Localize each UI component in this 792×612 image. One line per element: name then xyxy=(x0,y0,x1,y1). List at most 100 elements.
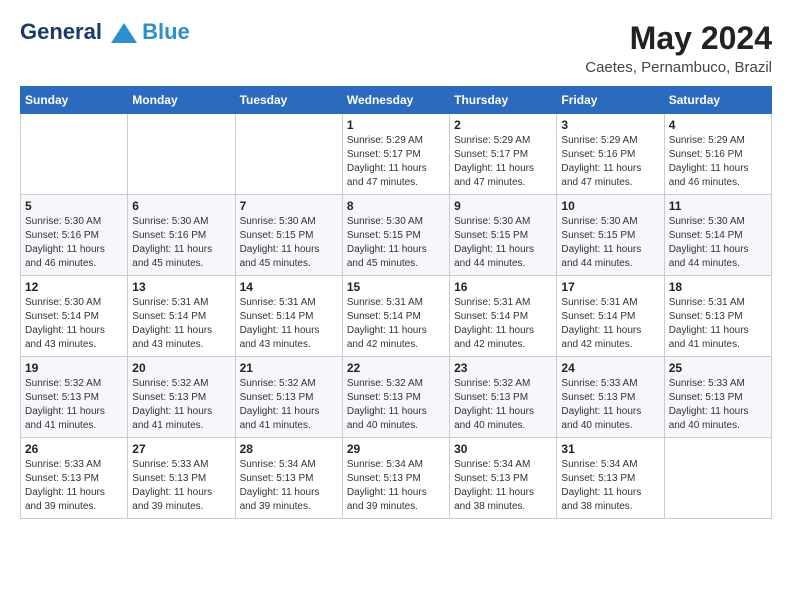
calendar-cell: 15 Sunrise: 5:31 AM Sunset: 5:14 PM Dayli… xyxy=(342,276,449,357)
calendar-cell: 20 Sunrise: 5:32 AM Sunset: 5:13 PM Dayli… xyxy=(128,357,235,438)
calendar-cell: 16 Sunrise: 5:31 AM Sunset: 5:14 PM Dayli… xyxy=(450,276,557,357)
day-info: Sunrise: 5:29 AM Sunset: 5:16 PM Dayligh… xyxy=(669,134,767,190)
day-info: Sunrise: 5:34 AM Sunset: 5:13 PM Dayligh… xyxy=(347,458,445,514)
day-number: 30 xyxy=(454,442,552,456)
day-info: Sunrise: 5:31 AM Sunset: 5:14 PM Dayligh… xyxy=(561,296,659,352)
calendar-cell: 6 Sunrise: 5:30 AM Sunset: 5:16 PM Daylig… xyxy=(128,195,235,276)
day-number: 27 xyxy=(132,442,230,456)
day-number: 5 xyxy=(25,199,123,213)
day-number: 29 xyxy=(347,442,445,456)
title-block: May 2024 Caetes, Pernambuco, Brazil xyxy=(585,20,772,76)
calendar-cell xyxy=(235,114,342,195)
day-number: 21 xyxy=(240,361,338,375)
day-number: 11 xyxy=(669,199,767,213)
day-info: Sunrise: 5:32 AM Sunset: 5:13 PM Dayligh… xyxy=(132,377,230,433)
col-saturday: Saturday xyxy=(664,87,771,114)
day-number: 23 xyxy=(454,361,552,375)
calendar-cell: 3 Sunrise: 5:29 AM Sunset: 5:16 PM Daylig… xyxy=(557,114,664,195)
calendar-cell: 18 Sunrise: 5:31 AM Sunset: 5:13 PM Dayli… xyxy=(664,276,771,357)
day-info: Sunrise: 5:30 AM Sunset: 5:15 PM Dayligh… xyxy=(240,215,338,271)
day-number: 25 xyxy=(669,361,767,375)
col-sunday: Sunday xyxy=(21,87,128,114)
location: Caetes, Pernambuco, Brazil xyxy=(585,59,772,76)
day-number: 28 xyxy=(240,442,338,456)
logo-text: General xyxy=(20,20,140,44)
calendar-cell: 11 Sunrise: 5:30 AM Sunset: 5:14 PM Dayli… xyxy=(664,195,771,276)
calendar-cell: 10 Sunrise: 5:30 AM Sunset: 5:15 PM Dayli… xyxy=(557,195,664,276)
logo: General Blue xyxy=(20,20,190,44)
calendar-cell: 12Sunrise: 5:30 AM Sunset: 5:14 PM Dayli… xyxy=(21,276,128,357)
calendar-cell: 25 Sunrise: 5:33 AM Sunset: 5:13 PM Dayli… xyxy=(664,357,771,438)
calendar-cell xyxy=(21,114,128,195)
day-number: 9 xyxy=(454,199,552,213)
calendar-week-row: 1 Sunrise: 5:29 AM Sunset: 5:17 PM Daylig… xyxy=(21,114,772,195)
day-info: Sunrise: 5:31 AM Sunset: 5:14 PM Dayligh… xyxy=(347,296,445,352)
calendar-week-row: 12Sunrise: 5:30 AM Sunset: 5:14 PM Dayli… xyxy=(21,276,772,357)
day-number: 18 xyxy=(669,280,767,294)
day-number: 6 xyxy=(132,199,230,213)
day-info: Sunrise: 5:33 AM Sunset: 5:13 PM Dayligh… xyxy=(561,377,659,433)
day-info: Sunrise: 5:29 AM Sunset: 5:17 PM Dayligh… xyxy=(347,134,445,190)
day-number: 8 xyxy=(347,199,445,213)
col-thursday: Thursday xyxy=(450,87,557,114)
calendar-cell: 19Sunrise: 5:32 AM Sunset: 5:13 PM Dayli… xyxy=(21,357,128,438)
day-number: 12 xyxy=(25,280,123,294)
calendar-cell: 5 Sunrise: 5:30 AM Sunset: 5:16 PM Daylig… xyxy=(21,195,128,276)
day-info: Sunrise: 5:31 AM Sunset: 5:14 PM Dayligh… xyxy=(454,296,552,352)
col-tuesday: Tuesday xyxy=(235,87,342,114)
logo-icon xyxy=(110,22,138,44)
day-info: Sunrise: 5:34 AM Sunset: 5:13 PM Dayligh… xyxy=(561,458,659,514)
day-info: Sunrise: 5:31 AM Sunset: 5:14 PM Dayligh… xyxy=(240,296,338,352)
calendar-cell: 27 Sunrise: 5:33 AM Sunset: 5:13 PM Dayli… xyxy=(128,438,235,519)
day-info: Sunrise: 5:33 AM Sunset: 5:13 PM Dayligh… xyxy=(132,458,230,514)
day-info: Sunrise: 5:31 AM Sunset: 5:13 PM Dayligh… xyxy=(669,296,767,352)
day-number: 16 xyxy=(454,280,552,294)
col-wednesday: Wednesday xyxy=(342,87,449,114)
day-info: Sunrise: 5:30 AM Sunset: 5:16 PM Dayligh… xyxy=(25,215,123,271)
day-info: Sunrise: 5:33 AM Sunset: 5:13 PM Dayligh… xyxy=(669,377,767,433)
calendar-cell: 21 Sunrise: 5:32 AM Sunset: 5:13 PM Dayli… xyxy=(235,357,342,438)
day-number: 13 xyxy=(132,280,230,294)
day-number: 10 xyxy=(561,199,659,213)
calendar-week-row: 19Sunrise: 5:32 AM Sunset: 5:13 PM Dayli… xyxy=(21,357,772,438)
calendar-cell: 14Sunrise: 5:31 AM Sunset: 5:14 PM Dayli… xyxy=(235,276,342,357)
day-info: Sunrise: 5:29 AM Sunset: 5:16 PM Dayligh… xyxy=(561,134,659,190)
day-info: Sunrise: 5:29 AM Sunset: 5:17 PM Dayligh… xyxy=(454,134,552,190)
day-number: 24 xyxy=(561,361,659,375)
day-info: Sunrise: 5:30 AM Sunset: 5:15 PM Dayligh… xyxy=(561,215,659,271)
calendar-cell: 1 Sunrise: 5:29 AM Sunset: 5:17 PM Daylig… xyxy=(342,114,449,195)
calendar-cell: 9Sunrise: 5:30 AM Sunset: 5:15 PM Daylig… xyxy=(450,195,557,276)
day-number: 17 xyxy=(561,280,659,294)
day-number: 15 xyxy=(347,280,445,294)
calendar-cell xyxy=(128,114,235,195)
day-number: 31 xyxy=(561,442,659,456)
page-header: General Blue May 2024 Caetes, Pernambuco… xyxy=(20,20,772,76)
day-number: 3 xyxy=(561,118,659,132)
calendar-week-row: 5 Sunrise: 5:30 AM Sunset: 5:16 PM Daylig… xyxy=(21,195,772,276)
day-info: Sunrise: 5:30 AM Sunset: 5:14 PM Dayligh… xyxy=(669,215,767,271)
day-info: Sunrise: 5:32 AM Sunset: 5:13 PM Dayligh… xyxy=(454,377,552,433)
day-number: 20 xyxy=(132,361,230,375)
day-info: Sunrise: 5:30 AM Sunset: 5:16 PM Dayligh… xyxy=(132,215,230,271)
calendar-cell: 31 Sunrise: 5:34 AM Sunset: 5:13 PM Dayli… xyxy=(557,438,664,519)
day-number: 22 xyxy=(347,361,445,375)
calendar-cell: 8 Sunrise: 5:30 AM Sunset: 5:15 PM Daylig… xyxy=(342,195,449,276)
calendar-cell: 26Sunrise: 5:33 AM Sunset: 5:13 PM Dayli… xyxy=(21,438,128,519)
calendar-cell: 29 Sunrise: 5:34 AM Sunset: 5:13 PM Dayli… xyxy=(342,438,449,519)
day-info: Sunrise: 5:34 AM Sunset: 5:13 PM Dayligh… xyxy=(454,458,552,514)
calendar-cell xyxy=(664,438,771,519)
calendar-cell: 17 Sunrise: 5:31 AM Sunset: 5:14 PM Dayli… xyxy=(557,276,664,357)
logo-general: General xyxy=(20,19,102,44)
calendar-cell: 7 Sunrise: 5:30 AM Sunset: 5:15 PM Daylig… xyxy=(235,195,342,276)
calendar-cell: 28Sunrise: 5:34 AM Sunset: 5:13 PM Dayli… xyxy=(235,438,342,519)
day-number: 7 xyxy=(240,199,338,213)
calendar-cell: 13 Sunrise: 5:31 AM Sunset: 5:14 PM Dayli… xyxy=(128,276,235,357)
day-info: Sunrise: 5:31 AM Sunset: 5:14 PM Dayligh… xyxy=(132,296,230,352)
calendar-cell: 30 Sunrise: 5:34 AM Sunset: 5:13 PM Dayli… xyxy=(450,438,557,519)
month-year: May 2024 xyxy=(585,20,772,57)
day-info: Sunrise: 5:32 AM Sunset: 5:13 PM Dayligh… xyxy=(240,377,338,433)
day-info: Sunrise: 5:30 AM Sunset: 5:15 PM Dayligh… xyxy=(347,215,445,271)
day-number: 2 xyxy=(454,118,552,132)
day-number: 1 xyxy=(347,118,445,132)
day-info: Sunrise: 5:33 AM Sunset: 5:13 PM Dayligh… xyxy=(25,458,123,514)
